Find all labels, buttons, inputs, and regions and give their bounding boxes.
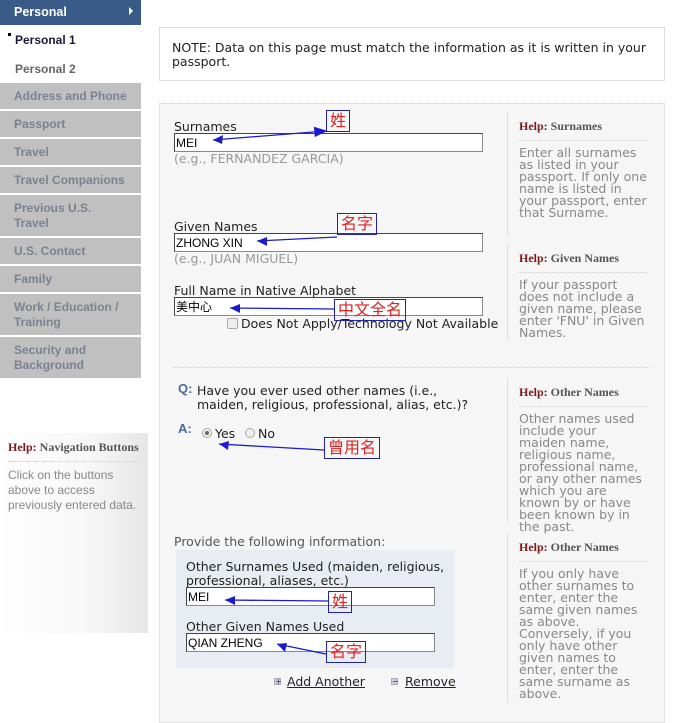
minus-icon: − [391, 677, 399, 686]
annotation-other-surname: 姓 [328, 591, 353, 613]
yes-label: Yes [215, 426, 236, 441]
help-other-names: Help: Other Names Other names used inclu… [507, 378, 647, 533]
active-bullet-icon [8, 33, 11, 36]
other-names-question: Have you ever used other names (i.e., ma… [197, 383, 469, 412]
help-text: Click on the buttons above to access pre… [8, 468, 137, 512]
surnames-example: (e.g., FERNANDEZ GARCIA) [174, 151, 344, 166]
annotation-surname: 姓 [326, 110, 351, 132]
help-title: Help: Navigation Buttons [8, 439, 140, 462]
other-names-no-radio[interactable] [245, 428, 255, 438]
help-title-text: Surnames [550, 119, 603, 133]
other-surnames-label: Other Surnames Used (maiden, religious, … [186, 559, 445, 588]
other-given-names-input[interactable] [186, 633, 435, 652]
nav-item-security-background[interactable]: Security and Background [0, 335, 141, 378]
help-title-text: Given Names [550, 251, 619, 265]
other-names-yes-radio[interactable] [202, 428, 212, 438]
annotation-native-name: 中文全名 [334, 299, 407, 321]
nav-section-label: Personal [14, 5, 67, 19]
help-keyword: Help: [519, 251, 548, 265]
help-text: Other names used include your maiden nam… [519, 411, 642, 534]
other-names-entry: Other Surnames Used (maiden, religious, … [176, 550, 454, 668]
caret-right-icon [129, 7, 133, 15]
nav-subitem-label: Personal 2 [15, 62, 76, 76]
other-surnames-input[interactable] [186, 587, 435, 606]
help-keyword: Help: [519, 385, 548, 399]
given-names-label: Given Names [174, 219, 258, 234]
section-divider [173, 367, 650, 368]
help-other-names-entry: Help: Other Names If you only have other… [507, 533, 647, 703]
answer-mark-label: A: [178, 421, 192, 436]
help-title-text: Other Names [550, 540, 619, 554]
nav-item-us-contact[interactable]: U.S. Contact [0, 236, 141, 264]
provide-info-label: Provide the following information: [174, 534, 386, 549]
given-names-input[interactable] [174, 233, 483, 252]
given-names-example: (e.g., JUAN MIGUEL) [174, 251, 299, 266]
nav-subitem-personal-2[interactable]: Personal 2 [0, 54, 141, 83]
help-title-text: Other Names [550, 385, 619, 399]
passport-note: NOTE: Data on this page must match the i… [159, 27, 665, 81]
annotation-other-given-name: 名字 [326, 641, 367, 663]
question-mark-label: Q: [178, 381, 193, 396]
form-panel: Surnames (e.g., FERNANDEZ GARCIA) Given … [159, 103, 665, 723]
help-keyword: Help: [519, 540, 548, 554]
nav-subitem-personal-1[interactable]: Personal 1 [0, 25, 141, 54]
annotation-used-name: 曾用名 [324, 437, 381, 459]
surnames-label: Surnames [174, 119, 237, 134]
help-keyword: Help: [8, 440, 37, 454]
help-title-text: Navigation Buttons [39, 440, 139, 454]
help-surnames: Help: Surnames Enter all surnames as lis… [507, 112, 647, 236]
surnames-input[interactable] [174, 133, 483, 152]
sidebar-nav: Personal Personal 1 Personal 2 Address a… [0, 0, 141, 378]
does-not-apply-checkbox[interactable] [227, 318, 238, 329]
other-given-names-label: Other Given Names Used [186, 619, 345, 634]
nav-item-passport[interactable]: Passport [0, 109, 141, 137]
help-text: Enter all surnames as listed in your pas… [519, 145, 647, 220]
no-label: No [258, 426, 275, 441]
nav-item-travel-companions[interactable]: Travel Companions [0, 165, 141, 193]
help-text: If your passport does not include a give… [519, 277, 645, 340]
add-another-link[interactable]: Add Another [287, 674, 365, 689]
help-given-names: Help: Given Names If your passport does … [507, 244, 647, 340]
nav-item-family[interactable]: Family [0, 264, 141, 292]
native-name-label: Full Name in Native Alphabet [174, 283, 357, 298]
nav-item-previous-us-travel[interactable]: Previous U.S. Travel [0, 193, 141, 236]
nav-item-travel[interactable]: Travel [0, 137, 141, 165]
remove-link[interactable]: Remove [405, 674, 456, 689]
nav-subitem-label: Personal 1 [15, 33, 76, 47]
native-name-input[interactable] [174, 297, 483, 316]
help-keyword: Help: [519, 119, 548, 133]
nav-section-personal[interactable]: Personal [0, 0, 141, 25]
help-text: If you only have other surnames to enter… [519, 566, 638, 701]
nav-item-work-education[interactable]: Work / Education / Training [0, 292, 141, 335]
plus-icon: + [274, 677, 282, 686]
nav-item-address-phone[interactable]: Address and Phone [0, 83, 141, 109]
help-navigation-panel: Help: Navigation Buttons Click on the bu… [0, 433, 148, 633]
annotation-given-name: 名字 [337, 213, 378, 235]
